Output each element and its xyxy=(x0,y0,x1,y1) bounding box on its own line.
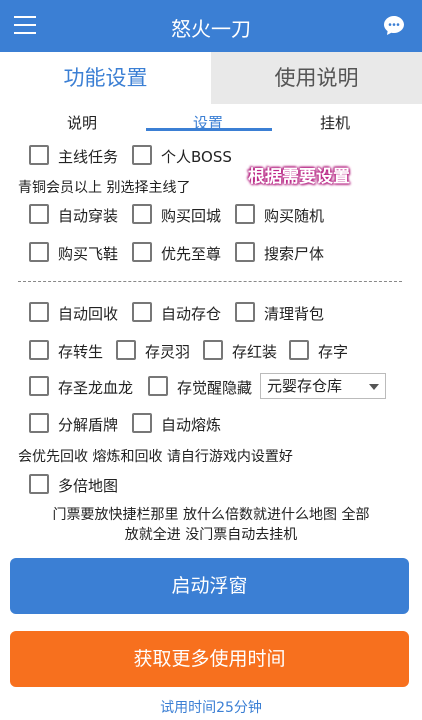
buy-boots-checkbox[interactable] xyxy=(29,242,49,262)
main-tabs: 功能设置 使用说明 xyxy=(0,52,422,104)
trial-time-text: 试用时间25分钟 xyxy=(160,700,262,716)
bronze-member-note: 青铜会员以上 别选择主线了 xyxy=(18,180,191,196)
buy-boots-label: 购买飞鞋 xyxy=(58,245,119,263)
ticket-note-line-1: 门票要放快捷栏那里 放什么倍数就进什么地图 全部 xyxy=(52,507,370,523)
split-shield-checkbox[interactable] xyxy=(29,413,49,433)
clean-bag-checkbox[interactable] xyxy=(235,302,255,322)
auto-store-checkbox[interactable] xyxy=(132,302,152,322)
store-red-gear-checkbox[interactable] xyxy=(203,340,223,360)
store-char-checkbox[interactable] xyxy=(289,340,309,360)
personal-boss-label: 个人BOSS xyxy=(161,148,232,166)
active-subtab-indicator xyxy=(146,128,272,131)
split-shield-label: 分解盾牌 xyxy=(58,416,119,434)
auto-smelt-label: 自动熔炼 xyxy=(161,416,222,434)
section-divider xyxy=(18,281,402,282)
settings-hint-badge: 根据需要设置 xyxy=(248,167,350,187)
buy-return-checkbox[interactable] xyxy=(132,204,152,224)
prefer-supreme-label: 优先至尊 xyxy=(161,245,222,263)
personal-boss-checkbox[interactable] xyxy=(132,145,152,165)
subtab-instructions[interactable]: 说明 xyxy=(67,112,97,133)
auto-recycle-label: 自动回收 xyxy=(58,305,119,323)
main-quest-checkbox[interactable] xyxy=(29,145,49,165)
auto-smelt-checkbox[interactable] xyxy=(132,413,152,433)
chat-bubble-icon[interactable] xyxy=(382,14,406,38)
auto-recycle-checkbox[interactable] xyxy=(29,302,49,322)
warehouse-select[interactable]: 元婴存仓库 xyxy=(260,373,386,399)
buy-return-label: 购买回城 xyxy=(161,207,222,225)
search-corpse-label: 搜索尸体 xyxy=(264,245,325,263)
store-rebirth-label: 存转生 xyxy=(58,343,104,361)
store-dragon-blood-label: 存圣龙血龙 xyxy=(58,379,134,397)
store-awaken-hidden-label: 存觉醒隐藏 xyxy=(177,379,253,397)
store-red-gear-label: 存红装 xyxy=(232,343,278,361)
store-rebirth-checkbox[interactable] xyxy=(29,340,49,360)
multi-map-checkbox[interactable] xyxy=(29,474,49,494)
store-spirit-feather-checkbox[interactable] xyxy=(116,340,136,360)
store-spirit-feather-label: 存灵羽 xyxy=(145,343,191,361)
recycle-note: 会优先回收 熔炼和回收 请自行游戏内设置好 xyxy=(18,449,293,465)
clean-bag-label: 清理背包 xyxy=(264,305,325,323)
auto-equip-checkbox[interactable] xyxy=(29,204,49,224)
prefer-supreme-checkbox[interactable] xyxy=(132,242,152,262)
chevron-down-icon xyxy=(369,384,379,390)
main-quest-label: 主线任务 xyxy=(58,148,119,166)
multi-map-label: 多倍地图 xyxy=(58,477,119,495)
ticket-note-line-2: 放就全进 没门票自动去挂机 xyxy=(124,527,298,543)
store-dragon-blood-checkbox[interactable] xyxy=(29,376,49,396)
auto-store-label: 自动存仓 xyxy=(161,305,222,323)
top-bar: 怒火一刀 xyxy=(0,0,422,52)
sub-tabs: 说明 设置 挂机 xyxy=(0,104,422,136)
warehouse-select-value: 元婴存仓库 xyxy=(267,377,343,395)
tab-function-settings[interactable]: 功能设置 xyxy=(0,52,211,104)
store-char-label: 存字 xyxy=(318,343,349,361)
tab-usage-instructions[interactable]: 使用说明 xyxy=(211,52,422,104)
auto-equip-label: 自动穿装 xyxy=(58,207,119,225)
buy-random-label: 购买随机 xyxy=(264,207,325,225)
get-more-time-button[interactable]: 获取更多使用时间 xyxy=(10,631,409,687)
start-float-button[interactable]: 启动浮窗 xyxy=(10,558,409,614)
store-awaken-hidden-checkbox[interactable] xyxy=(148,376,168,396)
app-title: 怒火一刀 xyxy=(171,17,251,41)
buy-random-checkbox[interactable] xyxy=(235,204,255,224)
subtab-idle[interactable]: 挂机 xyxy=(320,112,350,133)
search-corpse-checkbox[interactable] xyxy=(235,242,255,262)
